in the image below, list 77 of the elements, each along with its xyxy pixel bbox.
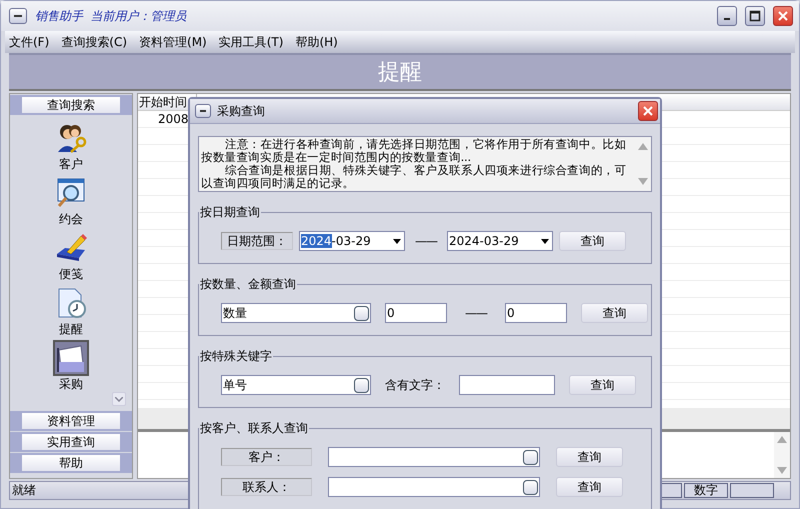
group-title: 按数量、金额查询 (199, 276, 297, 293)
date-value: 2024-03-29 (301, 234, 371, 248)
input-field[interactable]: 0 (385, 303, 447, 323)
banner-title: 提醒 (9, 53, 791, 91)
field-label: 联系人： (221, 478, 312, 496)
scroll-up-icon (638, 143, 648, 150)
query-button[interactable]: 查询 (581, 303, 648, 323)
group-button[interactable]: 实用查询 (22, 434, 120, 450)
menu-item[interactable]: 资料管理(M) (139, 34, 207, 50)
pencil-icon (55, 232, 87, 264)
dropdown-button[interactable] (523, 450, 538, 464)
minimize-button[interactable] (717, 6, 737, 26)
scroll-down-icon (638, 178, 648, 185)
system-menu-icon[interactable] (9, 8, 27, 24)
field-label: 含有文字： (385, 376, 445, 394)
minimize-icon (724, 18, 730, 20)
close-icon (777, 10, 789, 22)
field-label: 日期范围： (221, 232, 293, 250)
sidebar-item[interactable]: 采购 (55, 342, 87, 391)
field-dropdown[interactable]: 单号 (221, 375, 371, 395)
group-button[interactable]: 帮助 (22, 455, 120, 471)
close-button[interactable] (773, 6, 793, 26)
notice-text: 综合查询是根据日期、特殊关键字、客户及联系人四项来进行综合查询的，可以查询四项同时满足的记录。 (201, 164, 628, 190)
close-button[interactable] (638, 101, 658, 121)
scroll-down-button[interactable] (112, 392, 126, 406)
dropdown-button[interactable] (523, 480, 538, 494)
group-title: 按特殊关键字 (199, 348, 273, 365)
input-field[interactable] (459, 375, 555, 395)
status-text: 就绪 (11, 482, 36, 499)
inbox-tray-icon (55, 342, 87, 374)
field-dropdown[interactable]: 数量 (221, 303, 371, 323)
menu-item[interactable]: 查询搜索(C) (61, 34, 128, 50)
date-picker[interactable]: 2024-03-29 (299, 231, 405, 251)
group-title: 按客户、联系人查询 (199, 420, 309, 437)
dropdown-button[interactable] (354, 306, 369, 320)
sidebar-item[interactable]: 提醒 (55, 287, 87, 336)
range-separator: —— (464, 306, 488, 320)
menu-item[interactable]: 文件(F) (9, 34, 50, 50)
dropdown-value: 单号 (223, 376, 247, 394)
menu-item[interactable]: 实用工具(T) (218, 34, 284, 50)
date-picker[interactable]: 2024-03-29 (447, 231, 553, 251)
dialog-title: 采购查询 (217, 102, 266, 120)
maximize-button[interactable] (745, 6, 765, 26)
range-separator: —— (414, 234, 438, 248)
close-icon (642, 105, 654, 117)
sidebar-item[interactable]: 客户 (55, 122, 87, 171)
dropdown-value: 数量 (223, 304, 247, 322)
magnifier-icon (55, 177, 87, 209)
menu-item[interactable]: 帮助(H) (295, 34, 338, 50)
caret-icon (540, 238, 548, 244)
date-value: 2024-03-29 (449, 234, 519, 248)
chevron-down-icon (115, 396, 123, 402)
sidebar-item[interactable]: 便笺 (55, 232, 87, 281)
input-field[interactable]: 0 (505, 303, 567, 323)
notice-text: 注意：在进行各种查询前，请先选择日期范围，它将作用于所有查询中。比如按数量查询实质是在一定时间范围内的按数量查询... (201, 138, 628, 164)
query-button[interactable]: 查询 (556, 447, 623, 467)
group-button[interactable]: 资料管理 (22, 413, 120, 429)
system-menu-icon[interactable] (195, 104, 211, 118)
combo-box[interactable] (328, 477, 540, 497)
caret-icon (392, 238, 400, 244)
group-title: 按日期查询 (199, 204, 261, 221)
column-header[interactable]: 开始时间 (138, 94, 188, 110)
scroll-down-icon (777, 467, 787, 474)
dropdown-button[interactable] (354, 378, 369, 392)
maximize-icon (749, 10, 761, 22)
query-button[interactable]: 查询 (559, 231, 626, 251)
window-title: 销售助手 当前用户：管理员 (35, 8, 188, 24)
combo-box[interactable] (328, 447, 540, 467)
query-button[interactable]: 查询 (569, 375, 636, 395)
status-panel (730, 483, 774, 498)
status-panel: 数字 (684, 483, 728, 498)
field-label: 客户： (221, 448, 312, 466)
people-icon (55, 122, 87, 154)
sidebar-item[interactable]: 约会 (55, 177, 87, 226)
scroll-up-icon (777, 436, 787, 443)
query-button[interactable]: 查询 (556, 477, 623, 497)
group-button[interactable]: 查询搜索 (22, 97, 120, 113)
